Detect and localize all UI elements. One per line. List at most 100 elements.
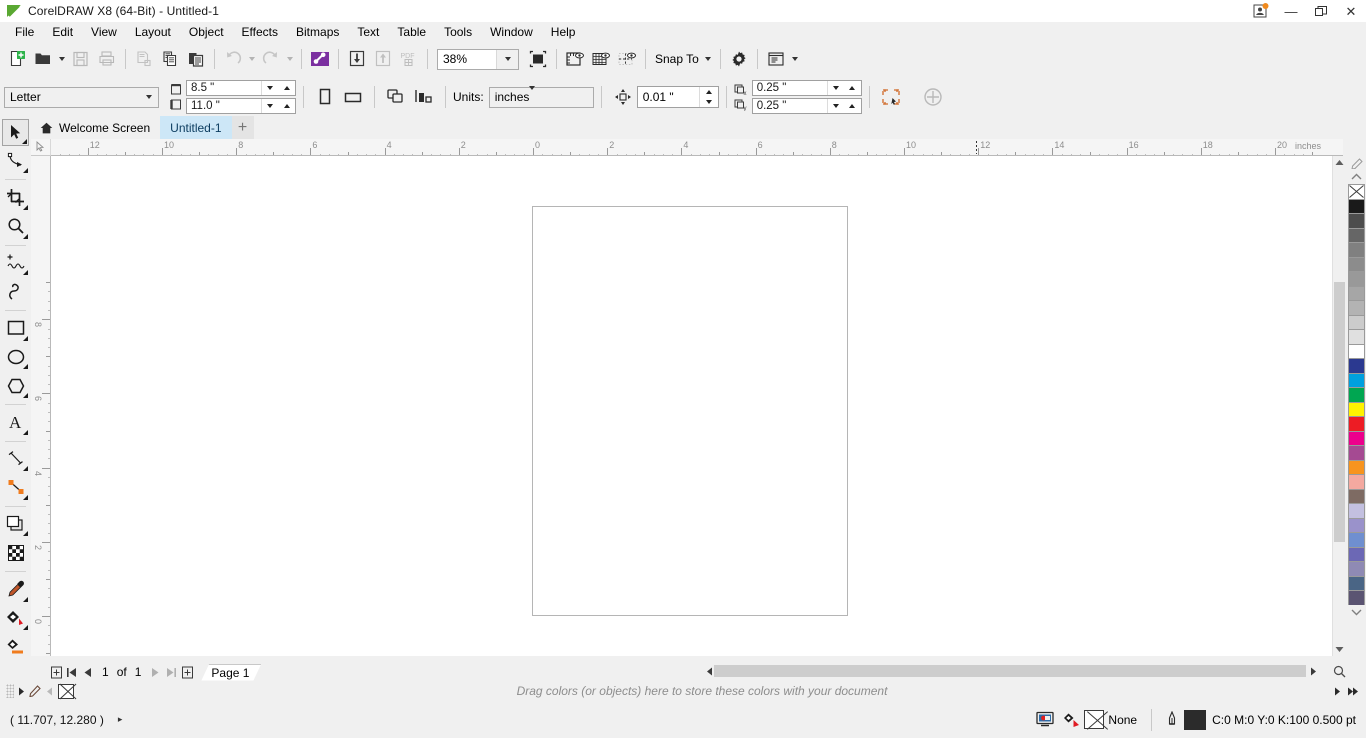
scroll-down-button[interactable] xyxy=(1333,643,1346,656)
nudge-distance-field[interactable]: 0.01 " xyxy=(636,86,719,108)
palette-swatch[interactable] xyxy=(1348,430,1365,445)
import-icon[interactable] xyxy=(344,46,370,72)
units-select[interactable]: inches xyxy=(488,86,594,108)
palette-swatch[interactable] xyxy=(1348,256,1365,271)
transparency-tool[interactable] xyxy=(2,539,29,566)
palette-swatch[interactable] xyxy=(1348,271,1365,286)
menu-file[interactable]: File xyxy=(6,23,43,42)
vertical-scrollbar-thumb[interactable] xyxy=(1334,282,1345,542)
artistic-media-tool[interactable] xyxy=(2,278,29,305)
add-tab-button[interactable]: + xyxy=(231,116,254,139)
save-document-icon[interactable] xyxy=(68,46,94,72)
palette-eyedropper-icon[interactable] xyxy=(28,683,42,699)
menu-tools[interactable]: Tools xyxy=(435,23,481,42)
zoom-tool[interactable] xyxy=(2,213,29,240)
page-height-increment-icon[interactable] xyxy=(279,104,296,108)
outline-status[interactable]: C:0 M:0 Y:0 K:100 0.500 pt xyxy=(1166,709,1356,730)
palette-swatch[interactable] xyxy=(1348,517,1365,532)
coreldraw-connect-icon[interactable] xyxy=(307,46,333,72)
palette-swatch[interactable] xyxy=(1348,343,1365,358)
palette-prev-icon[interactable] xyxy=(42,683,56,699)
close-button[interactable]: ✕ xyxy=(1336,0,1366,22)
snap-to-chevron-down-icon[interactable] xyxy=(704,57,711,61)
smart-fill-tool[interactable] xyxy=(2,633,29,660)
rectangle-tool[interactable] xyxy=(2,315,29,342)
menu-object[interactable]: Object xyxy=(180,23,233,42)
landscape-icon[interactable] xyxy=(339,84,367,110)
show-rulers-icon[interactable] xyxy=(562,46,588,72)
duplicate-y-field[interactable]: 0.25 " xyxy=(751,98,862,114)
duplicate-x-decrement-icon[interactable] xyxy=(828,86,845,90)
add-page-after-icon[interactable] xyxy=(179,664,195,680)
last-page-icon[interactable] xyxy=(163,664,179,680)
freehand-tool[interactable] xyxy=(2,250,29,277)
zoom-level-combo[interactable] xyxy=(437,48,519,70)
palette-swatch[interactable] xyxy=(1348,285,1365,300)
open-document-icon[interactable] xyxy=(30,46,56,72)
menu-effects[interactable]: Effects xyxy=(233,23,287,42)
palette-swatch[interactable] xyxy=(1348,590,1365,605)
gear-icon[interactable] xyxy=(726,46,752,72)
treat-as-filled-icon[interactable] xyxy=(877,84,905,110)
shape-tool[interactable] xyxy=(2,148,29,175)
snap-to-button[interactable]: Snap To xyxy=(651,46,715,72)
nudge-increment-icon[interactable] xyxy=(700,87,718,97)
color-proof-icon[interactable] xyxy=(1035,711,1055,728)
minimize-button[interactable]: — xyxy=(1276,0,1306,22)
palette-swatch[interactable] xyxy=(1348,213,1365,228)
palette-swatch[interactable] xyxy=(1348,503,1365,518)
fill-color-status[interactable]: None xyxy=(1063,710,1137,729)
open-recent-chevron-down-icon[interactable] xyxy=(56,46,68,72)
restore-button[interactable] xyxy=(1306,0,1336,22)
interactive-fill-tool[interactable] xyxy=(2,605,29,632)
palette-swatch[interactable] xyxy=(1348,329,1365,344)
palette-drag-grip[interactable] xyxy=(6,684,14,698)
palette-swatch[interactable] xyxy=(1348,300,1365,315)
menu-table[interactable]: Table xyxy=(388,23,435,42)
zoom-to-fit-button[interactable] xyxy=(1332,664,1346,679)
parallel-dimension-tool[interactable] xyxy=(2,446,29,473)
next-page-icon[interactable] xyxy=(147,664,163,680)
palette-expand-icon[interactable] xyxy=(1346,683,1360,699)
horizontal-scrollbar[interactable] xyxy=(700,664,1320,679)
palette-swatch[interactable] xyxy=(1348,387,1365,402)
units-chevron-down-icon[interactable] xyxy=(529,86,536,104)
menu-edit[interactable]: Edit xyxy=(43,23,82,42)
prev-page-icon[interactable] xyxy=(80,664,96,680)
drop-shadow-tool[interactable] xyxy=(2,511,29,538)
ellipse-tool[interactable] xyxy=(2,344,29,371)
tab-untitled-1[interactable]: Untitled-1 xyxy=(160,116,232,139)
fill-none-swatch[interactable] xyxy=(1084,710,1105,729)
document-palette-no-color-icon[interactable] xyxy=(58,683,74,699)
drawing-canvas[interactable] xyxy=(51,156,1332,656)
text-tool[interactable]: A xyxy=(2,409,29,436)
menu-layout[interactable]: Layout xyxy=(126,23,180,42)
color-eyedropper-tool[interactable] xyxy=(2,576,29,603)
portrait-icon[interactable] xyxy=(311,84,339,110)
duplicate-y-increment-icon[interactable] xyxy=(844,104,861,108)
palette-swatch[interactable] xyxy=(1348,358,1365,373)
add-page-before-icon[interactable] xyxy=(48,664,64,680)
palette-swatch[interactable] xyxy=(1348,227,1365,242)
page-height-field[interactable]: 11.0 " xyxy=(186,98,296,114)
vertical-ruler[interactable]: 0 2 4 6 8 xyxy=(31,156,51,656)
application-launcher-icon[interactable] xyxy=(763,46,789,72)
palette-swatch[interactable] xyxy=(1348,416,1365,431)
palette-swatch[interactable] xyxy=(1348,546,1365,561)
palette-swatch[interactable] xyxy=(1348,575,1365,590)
palette-swatch[interactable] xyxy=(1348,372,1365,387)
tab-welcome-screen[interactable]: Welcome Screen xyxy=(30,116,160,139)
menu-view[interactable]: View xyxy=(82,23,126,42)
menu-text[interactable]: Text xyxy=(348,23,388,42)
page-all-objects-icon[interactable] xyxy=(382,84,410,110)
palette-swatch[interactable] xyxy=(1348,459,1365,474)
polygon-tool[interactable] xyxy=(2,372,29,399)
color-palette[interactable] xyxy=(1347,156,1366,662)
palette-next-icon[interactable] xyxy=(14,683,28,699)
palette-dropper-icon[interactable] xyxy=(1348,156,1365,170)
ruler-origin-button[interactable] xyxy=(31,139,51,156)
palette-swatch[interactable] xyxy=(1348,474,1365,489)
new-document-icon[interactable] xyxy=(4,46,30,72)
page-width-decrement-icon[interactable] xyxy=(262,86,279,90)
copy-icon[interactable] xyxy=(157,46,183,72)
